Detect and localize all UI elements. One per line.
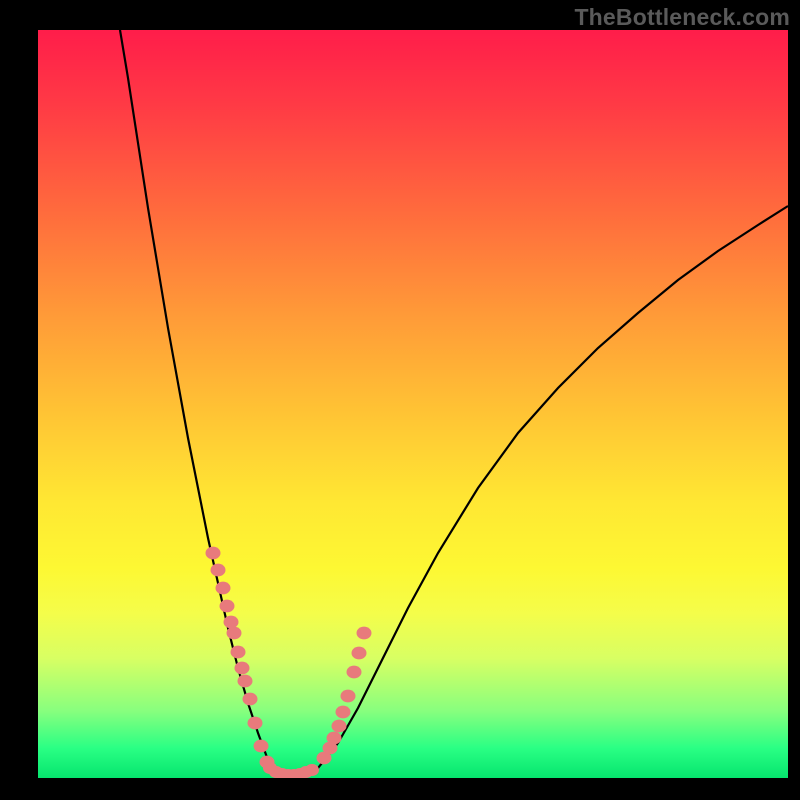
data-dot bbox=[341, 690, 356, 703]
watermark-text: TheBottleneck.com bbox=[574, 4, 790, 31]
plot-area bbox=[38, 30, 788, 778]
chart-frame: TheBottleneck.com bbox=[0, 0, 800, 800]
curve-path bbox=[120, 30, 788, 776]
data-dot bbox=[235, 662, 250, 675]
data-dot bbox=[352, 647, 367, 660]
data-dots bbox=[206, 547, 372, 778]
bottleneck-curve bbox=[38, 30, 788, 778]
data-dot bbox=[211, 564, 226, 577]
data-dot bbox=[248, 717, 263, 730]
data-dot bbox=[238, 675, 253, 688]
data-dot bbox=[227, 627, 242, 640]
data-dot bbox=[206, 547, 221, 560]
data-dot bbox=[347, 666, 362, 679]
data-dot bbox=[327, 732, 342, 745]
data-dot bbox=[231, 646, 246, 659]
data-dot bbox=[332, 720, 347, 733]
data-dot bbox=[305, 764, 319, 776]
data-dot bbox=[224, 616, 239, 629]
data-dot bbox=[254, 740, 269, 753]
data-dot bbox=[220, 600, 235, 613]
data-dot bbox=[243, 693, 258, 706]
data-dot bbox=[357, 627, 372, 640]
data-dot bbox=[336, 706, 351, 719]
data-dot bbox=[216, 582, 231, 595]
